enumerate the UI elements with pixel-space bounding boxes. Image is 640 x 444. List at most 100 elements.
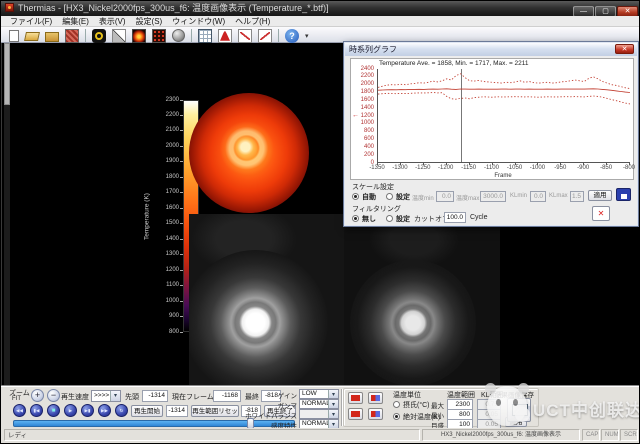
- x-axis-tick: -1000: [527, 165, 547, 171]
- colorbar-tick: 1300: [149, 251, 179, 257]
- x-axis-tick: -1300: [390, 165, 410, 171]
- grid-table-icon[interactable]: [198, 29, 212, 43]
- play-start-value[interactable]: -1314: [166, 405, 188, 417]
- colorbar-tick: 900: [149, 313, 179, 319]
- save-graph-button[interactable]: [616, 188, 631, 201]
- y-axis-tick: 400: [351, 144, 374, 150]
- x-axis-tick: -1200: [436, 165, 456, 171]
- histogram-icon[interactable]: [218, 29, 232, 43]
- thermal-image[interactable]: [189, 93, 309, 213]
- trend-graph-icon[interactable]: [258, 29, 272, 43]
- current-frame-label: 現在フレーム: [172, 392, 214, 402]
- scale-manual-label: 設定: [396, 192, 410, 202]
- filtering-label: フィルタリング: [352, 204, 401, 214]
- title-bar[interactable]: Thermias - [HX3_Nickel2000fps_300us_f6: …: [1, 1, 640, 16]
- menu-item-window[interactable]: ウィンドウ(W): [167, 16, 230, 27]
- cutoff-value[interactable]: 100.0: [444, 212, 466, 223]
- speed-dropdown[interactable]: >>>>: [91, 390, 121, 402]
- red-palette-button-2[interactable]: [348, 408, 363, 420]
- kelvin-radio[interactable]: [393, 413, 400, 420]
- zoom-out-button[interactable]: −: [47, 389, 60, 402]
- fast-forward-button[interactable]: ▶▶: [98, 404, 111, 417]
- gain-label: ゲイン: [229, 390, 297, 400]
- menu-bar: ファイル(F)編集(E)表示(V)設定(S)ウィンドウ(W)ヘルプ(H): [1, 16, 640, 27]
- open-folder-icon[interactable]: [24, 32, 40, 41]
- sphere-icon[interactable]: [172, 29, 185, 42]
- scale-auto-label: 自動: [362, 192, 376, 202]
- red-blue-palette-button-2[interactable]: [368, 408, 383, 420]
- step-forward-button[interactable]: ▶▮: [81, 404, 94, 417]
- gain-dropdown[interactable]: LOW: [299, 389, 339, 399]
- chart-svg: [378, 69, 630, 163]
- save-result-button[interactable]: [507, 398, 531, 422]
- x-axis-tick: -850: [596, 165, 616, 171]
- graph-icon[interactable]: [238, 29, 252, 43]
- x-axis-tick: -800: [619, 165, 639, 171]
- filter-none-label: 無し: [362, 214, 376, 224]
- white-balance-dropdown[interactable]: [299, 409, 339, 419]
- new-file-icon[interactable]: [9, 30, 19, 42]
- chart-area: Temperature Ave. = 1858, Min. = 1717, Ma…: [350, 58, 634, 180]
- red-blue-palette-button-1[interactable]: [368, 392, 383, 404]
- y-axis-tick: 1600: [351, 97, 374, 103]
- stop-button[interactable]: ■: [47, 404, 60, 417]
- play-button[interactable]: ▶: [64, 404, 77, 417]
- x-axis-tick: -1250: [413, 165, 433, 171]
- scrollbar-thumb[interactable]: [4, 43, 10, 105]
- scale-field-label-1: 温度max: [456, 193, 479, 202]
- line-profile-icon[interactable]: [112, 29, 126, 43]
- scale-field-value-3: 1.5: [570, 191, 584, 202]
- grayscale-image-right[interactable]: [344, 214, 500, 386]
- scale-field-label-0: 温度min: [412, 193, 434, 202]
- celsius-radio[interactable]: [393, 401, 400, 408]
- loop-button[interactable]: ↻: [115, 404, 128, 417]
- grayscale-image-left[interactable]: [189, 214, 344, 386]
- colorbar-tick: 2000: [149, 143, 179, 149]
- help-icon[interactable]: ?: [285, 29, 299, 43]
- filter-none-radio[interactable]: [352, 215, 359, 222]
- target-icon[interactable]: [92, 29, 106, 43]
- step-back-button[interactable]: ▮◀: [30, 404, 43, 417]
- play-start-button[interactable]: 再生開始: [131, 405, 163, 417]
- graph-close-button[interactable]: ✕: [615, 44, 634, 54]
- first-frame-label: 先頭: [125, 392, 139, 402]
- graph-window-titlebar[interactable]: 時系列グラフ ✕: [345, 43, 637, 56]
- scale-manual-radio[interactable]: [386, 193, 393, 200]
- scale-auto-radio[interactable]: [352, 193, 359, 200]
- filter-graph-icon-button[interactable]: ✕: [592, 206, 610, 221]
- gamma-dropdown[interactable]: NORMAL: [299, 399, 339, 409]
- scale-apply-button[interactable]: 適用: [588, 190, 612, 201]
- status-ready: レディ: [4, 429, 420, 441]
- status-filename: HX3_Nickel2000fps_300us_f6: 温度画像表示: [422, 429, 580, 441]
- status-num-cell: NUM: [601, 429, 619, 441]
- menu-item-settings[interactable]: 設定(S): [131, 16, 168, 27]
- toolbar-overflow-icon[interactable]: ▾: [305, 29, 312, 43]
- scale-field-label-3: KLmax: [549, 193, 568, 199]
- first-frame-value[interactable]: -1314: [142, 390, 168, 402]
- toolbar-separator: [278, 29, 279, 42]
- menu-item-edit[interactable]: 編集(E): [57, 16, 94, 27]
- rewind-button[interactable]: ◀◀: [13, 404, 26, 417]
- zoom-in-button[interactable]: +: [31, 389, 44, 402]
- x-axis-tick: -1350: [367, 165, 387, 171]
- y-axis-tick: 1800: [351, 89, 374, 95]
- colorbar-tick: 1200: [149, 267, 179, 273]
- window-title: Thermias - [HX3_Nickel2000fps_300us_f6: …: [18, 3, 329, 13]
- left-scrollbar[interactable]: [4, 43, 10, 386]
- timeseries-graph-window: 時系列グラフ ✕ Temperature Ave. = 1858, Min. =…: [343, 41, 639, 227]
- red-palette-button-1[interactable]: [348, 392, 363, 404]
- cutoff-unit-label: Cycle: [470, 214, 488, 221]
- melt-pool-blob-bright: [189, 250, 328, 386]
- folder-icon[interactable]: [45, 32, 59, 42]
- app-icon: [5, 3, 14, 12]
- thermal-image-icon[interactable]: [132, 29, 146, 43]
- pattern-icon[interactable]: [152, 29, 166, 43]
- chart-plot[interactable]: [377, 69, 629, 163]
- menu-item-file[interactable]: ファイル(F): [5, 16, 57, 27]
- y-axis-tick: 2000: [351, 81, 374, 87]
- image-grid-icon[interactable]: [65, 29, 79, 43]
- menu-item-help[interactable]: ヘルプ(H): [230, 16, 275, 27]
- filter-manual-radio[interactable]: [386, 215, 393, 222]
- menu-item-view[interactable]: 表示(V): [94, 16, 131, 27]
- colorbar-tick: 1600: [149, 205, 179, 211]
